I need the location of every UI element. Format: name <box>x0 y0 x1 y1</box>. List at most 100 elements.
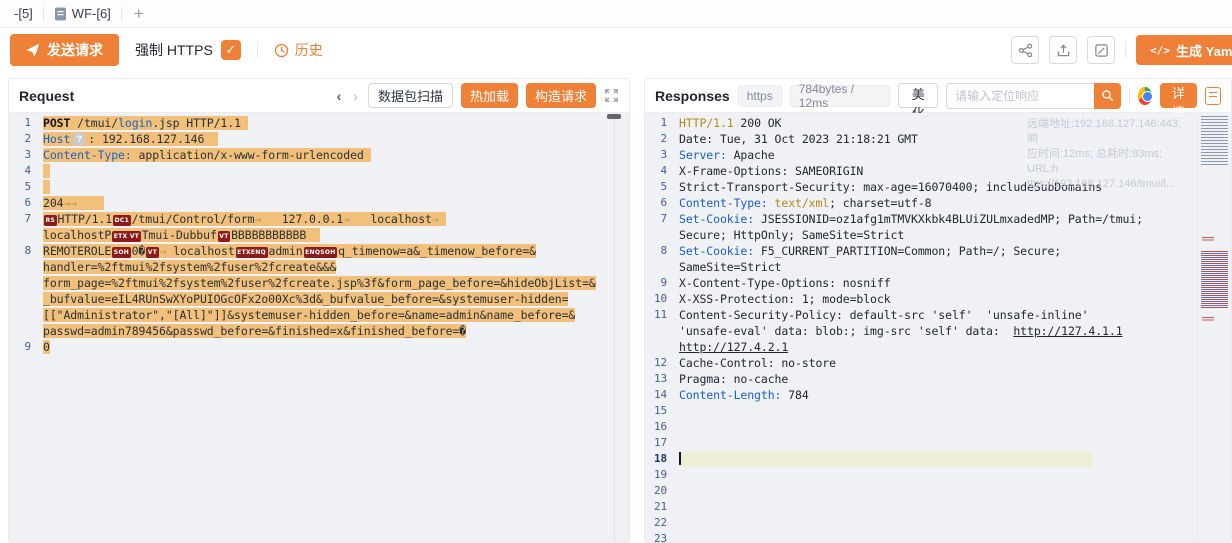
meta-line: 远端地址:192.168.127.146:443; 响 <box>1027 117 1187 147</box>
search-button[interactable] <box>1094 83 1121 109</box>
detail-button[interactable]: 详情 <box>1160 83 1198 108</box>
code-line-11-1[interactable]: 11Content-Security-Policy: default-src '… <box>645 307 1231 323</box>
construct-request-button[interactable]: 构造请求 <box>526 83 596 108</box>
line-number <box>9 307 43 323</box>
code-token <box>768 196 775 210</box>
prev-request-button[interactable]: ‹ <box>335 88 344 104</box>
code-text: POST /tmui/login.jsp HTTP/1.1 <box>43 115 248 131</box>
code-text: Cache-Control: no-store <box>679 355 836 371</box>
force-https-checkbox[interactable]: ✓ <box>221 40 241 60</box>
force-https-label: 强制 HTTPS <box>135 40 213 60</box>
code-text: X-Content-Type-Options: nosniff <box>679 275 891 291</box>
code-token: ; charset=utf-8 <box>829 196 931 210</box>
export-button[interactable] <box>1049 36 1077 64</box>
code-line-1[interactable]: 1POST /tmui/login.jsp HTTP/1.1 <box>9 115 629 131</box>
code-line-9[interactable]: 90 <box>9 339 629 355</box>
response-editor[interactable]: 远端地址:192.168.127.146:443; 响 应时间:12ms; 总耗… <box>645 113 1231 542</box>
generate-yaml-button[interactable]: </> 生成 Yaml <box>1136 35 1232 65</box>
help-badge: ? <box>73 133 85 145</box>
code-line-10[interactable]: 10X-XSS-Protection: 1; mode=block <box>645 291 1231 307</box>
hot-reload-button[interactable]: 热加载 <box>461 83 518 108</box>
code-token: /tmui/ <box>70 116 118 130</box>
minimap-mark <box>1202 237 1214 241</box>
send-request-label: 发送请求 <box>47 40 103 60</box>
code-line-9[interactable]: 9X-Content-Type-Options: nosniff <box>645 275 1231 291</box>
code-token: http://127.4.1.1 <box>1013 324 1122 338</box>
code-line-13[interactable]: 13Pragma: no-cache <box>645 371 1231 387</box>
code-text: Pragma: no-cache <box>679 371 788 387</box>
minimap[interactable] <box>1197 113 1231 542</box>
line-number <box>645 323 679 339</box>
code-line-16[interactable]: 16 <box>645 419 1231 435</box>
code-line-8-3[interactable]: form_page=%2ftmui%2fsystem%2fuser%2fcrea… <box>9 275 629 291</box>
code-line-15[interactable]: 15 <box>645 403 1231 419</box>
code-text <box>679 451 1092 467</box>
code-line-8-1[interactable]: 8Set-Cookie: F5_CURRENT_PARTITION=Common… <box>645 243 1231 259</box>
code-line-11-2[interactable]: 'unsafe-eval' data: blob:; img-src 'self… <box>645 323 1231 339</box>
request-scrollbar-thumb[interactable] <box>607 114 621 119</box>
line-number: 2 <box>645 131 679 147</box>
code-line-11-3[interactable]: http://127.4.2.1 <box>645 339 1231 355</box>
search-input[interactable] <box>946 83 1094 109</box>
code-text: X-XSS-Protection: 1; mode=block <box>679 291 891 307</box>
code-line-17[interactable]: 17 <box>645 435 1231 451</box>
code-text: _bufvalue=eIL4RUnSwXYoPUIOGcOFx2o00Xc%3d… <box>43 291 568 307</box>
code-token: X-Content-Type-Options: nosniff <box>679 276 891 290</box>
comment-icon[interactable] <box>1205 87 1221 105</box>
code-line-18[interactable]: 18 <box>645 451 1231 467</box>
code-line-8-5[interactable]: [["Administrator","[All]"]]&systemuser-h… <box>9 307 629 323</box>
code-token <box>306 228 320 242</box>
share-button[interactable] <box>1011 36 1039 64</box>
line-number <box>9 259 43 275</box>
control-char-badge: RS <box>44 215 57 226</box>
edit-button[interactable] <box>1087 36 1115 64</box>
request-scrollbar-track[interactable] <box>614 113 615 542</box>
line-number <box>645 259 679 275</box>
code-line-7-2[interactable]: Secure; HttpOnly; SameSite=Strict <box>645 227 1231 243</box>
code-line-6[interactable]: 6204→→ <box>9 195 629 211</box>
code-line-3[interactable]: 3Content-Type: application/x-www-form-ur… <box>9 147 629 163</box>
toolbar-divider <box>1125 42 1126 58</box>
packet-scan-button[interactable]: 数据包扫描 <box>368 83 453 108</box>
tab-wf-5[interactable]: -[5] <box>4 0 43 27</box>
beautify-button[interactable]: 美化 <box>898 83 938 108</box>
request-editor[interactable]: 1POST /tmui/login.jsp HTTP/1.1 2Host?: 1… <box>9 113 629 542</box>
code-line-8-2[interactable]: SameSite=Strict <box>645 259 1231 275</box>
next-request-button[interactable]: › <box>351 88 360 104</box>
code-line-7-2[interactable]: localhostPETX VTTmui-DubbufVTBBBBBBBBBBB <box>9 227 629 243</box>
code-line-5[interactable]: 5 <box>9 179 629 195</box>
code-line-20[interactable]: 20 <box>645 483 1231 499</box>
code-line-8-1[interactable]: 8REMOTEROLESOH0�VT→ localhostETXENQadmin… <box>9 243 629 259</box>
send-request-button[interactable]: 发送请求 <box>10 34 119 66</box>
line-number: 23 <box>645 531 679 542</box>
code-line-19[interactable]: 19 <box>645 467 1231 483</box>
code-line-4[interactable]: 4 <box>9 163 629 179</box>
history-button[interactable]: 历史 <box>274 40 323 60</box>
code-line-7-1[interactable]: 7RSHTTP/1.1DC1/tmui/Control/form→ 127.0.… <box>9 211 629 227</box>
chrome-icon[interactable] <box>1138 87 1152 105</box>
line-number: 4 <box>645 163 679 179</box>
code-line-7-1[interactable]: 7Set-Cookie: JSESSIONID=oz1afg1mTMVKXkbk… <box>645 211 1231 227</box>
code-line-6[interactable]: 6Content-Type: text/xml; charset=utf-8 <box>645 195 1231 211</box>
line-number: 2 <box>9 131 43 147</box>
line-number <box>645 339 679 355</box>
code-line-21[interactable]: 21 <box>645 499 1231 515</box>
export-icon <box>1056 43 1071 58</box>
response-header: Responses https 784bytes / 12ms 美化 详情 <box>645 79 1231 113</box>
code-line-14[interactable]: 14Content-Length: 784 <box>645 387 1231 403</box>
add-tab-button[interactable]: + <box>122 4 156 24</box>
code-text: http://127.4.2.1 <box>679 339 788 355</box>
code-line-22[interactable]: 22 <box>645 515 1231 531</box>
code-line-2[interactable]: 2Host?: 192.168.127.146 <box>9 131 629 147</box>
code-line-23[interactable]: 23 <box>645 531 1231 542</box>
code-token: login <box>118 116 152 130</box>
code-line-12[interactable]: 12Cache-Control: no-store <box>645 355 1231 371</box>
code-line-8-4[interactable]: _bufvalue=eIL4RUnSwXYoPUIOGcOFx2o00Xc%3d… <box>9 291 629 307</box>
expand-icon[interactable] <box>604 88 619 103</box>
code-token <box>439 212 446 226</box>
code-line-8-6[interactable]: passwd=admin789456&passwd_before=&finish… <box>9 323 629 339</box>
code-line-8-2[interactable]: handler=%2ftmui%2fsystem%2fuser%2fcreate… <box>9 259 629 275</box>
line-number: 11 <box>645 307 679 323</box>
code-text: REMOTEROLESOH0�VT→ localhostETXENQadminE… <box>43 243 536 259</box>
tab-wf-6[interactable]: WF-[6] <box>44 0 121 27</box>
